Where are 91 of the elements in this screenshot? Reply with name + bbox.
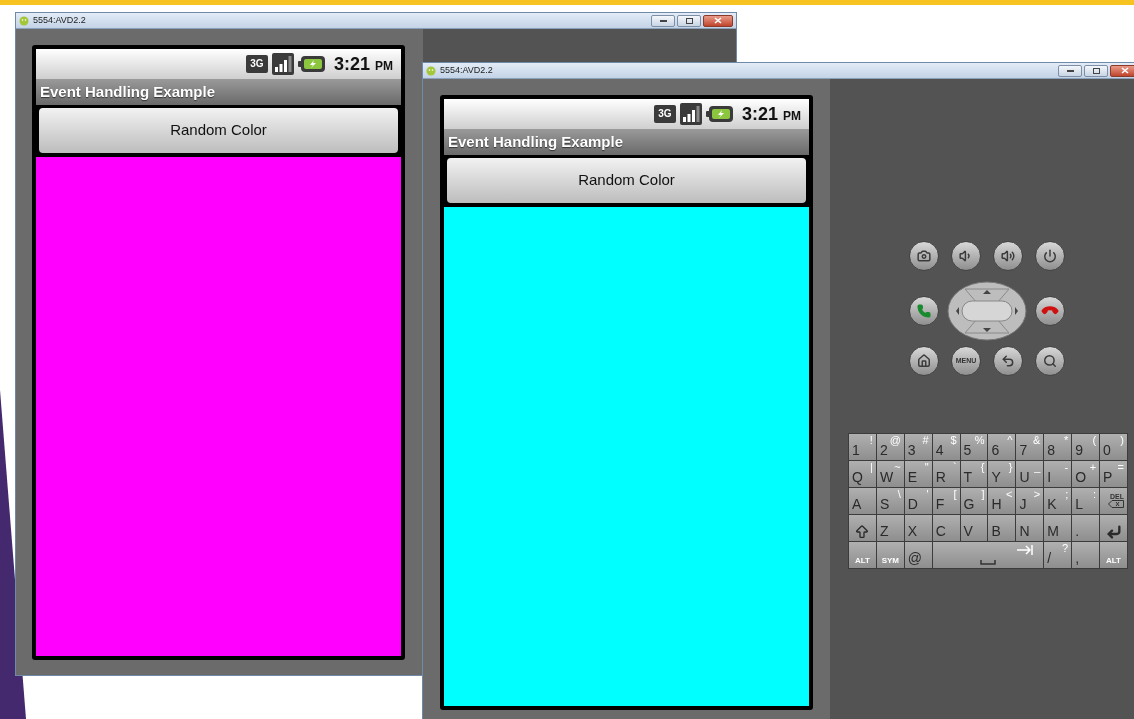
keyboard-key[interactable]: B: [988, 515, 1016, 541]
keyboard-key[interactable]: 1 !: [849, 434, 876, 460]
keyboard-key[interactable]: M: [1044, 515, 1072, 541]
home-button[interactable]: [909, 346, 939, 376]
camera-icon: [917, 249, 931, 263]
enter-key[interactable]: [1100, 515, 1127, 541]
back-icon: [1001, 354, 1015, 368]
end-call-button[interactable]: [1035, 296, 1065, 326]
keyboard-key[interactable]: 9 (: [1072, 434, 1100, 460]
close-button[interactable]: [1110, 64, 1134, 77]
back-button[interactable]: [993, 346, 1023, 376]
speaker-icon: [1001, 249, 1015, 263]
keyboard-key[interactable]: Y }: [988, 461, 1016, 487]
maximize-button[interactable]: [677, 14, 701, 27]
keyboard-key[interactable]: T {: [960, 461, 988, 487]
keyboard-key[interactable]: U _: [1016, 461, 1044, 487]
close-button[interactable]: [703, 14, 733, 27]
keyboard-key[interactable]: C: [932, 515, 960, 541]
search-button[interactable]: [1035, 346, 1065, 376]
power-button[interactable]: [1035, 241, 1065, 271]
battery-icon: [705, 105, 734, 123]
home-icon: [917, 354, 931, 368]
random-color-button[interactable]: Random Color: [39, 108, 398, 153]
window-title: 5554:AVD2.2: [33, 13, 86, 27]
keyboard-key[interactable]: D ': [904, 488, 932, 514]
keyboard-key[interactable]: G ]: [960, 488, 988, 514]
clock-time: 3:21 PM: [741, 102, 801, 126]
app-title: Event Handling Example: [448, 131, 624, 152]
network-badge: 3G: [245, 55, 268, 73]
window-title: 5554:AVD2.2: [440, 63, 493, 77]
keyboard-key[interactable]: E ": [904, 461, 932, 487]
keyboard-key[interactable]: Z: [876, 515, 904, 541]
keyboard-key[interactable]: 8 *: [1044, 434, 1072, 460]
keyboard-key[interactable]: 2 @: [876, 434, 904, 460]
volume-up-button[interactable]: [993, 241, 1023, 271]
keyboard-key[interactable]: 4 $: [932, 434, 960, 460]
keyboard-key[interactable]: @: [904, 542, 932, 568]
battery-icon: [297, 55, 326, 73]
keyboard-key[interactable]: ALT: [1100, 542, 1127, 568]
keyboard-key[interactable]: ALT: [849, 542, 876, 568]
keyboard-key[interactable]: X: [904, 515, 932, 541]
space-bar-icon: [980, 560, 996, 565]
keyboard-key[interactable]: P =: [1100, 461, 1127, 487]
speaker-icon: [959, 249, 973, 263]
keyboard-key[interactable]: / ?: [1044, 542, 1072, 568]
keyboard-key[interactable]: I -: [1044, 461, 1072, 487]
app-title: Event Handling Example: [40, 81, 216, 102]
keyboard-key[interactable]: 5 %: [960, 434, 988, 460]
directional-pad[interactable]: [947, 281, 1027, 341]
keyboard-key[interactable]: SYM: [876, 542, 904, 568]
keyboard-key[interactable]: 6 ^: [988, 434, 1016, 460]
keyboard-key[interactable]: ,: [1072, 542, 1100, 568]
tab-arrow-icon: [1017, 545, 1034, 555]
keyboard-key[interactable]: O +: [1072, 461, 1100, 487]
shift-icon: [854, 524, 871, 540]
keyboard-key[interactable]: 0 ): [1100, 434, 1127, 460]
power-icon: [1043, 249, 1057, 263]
camera-button[interactable]: [909, 241, 939, 271]
minimize-button[interactable]: [651, 14, 675, 27]
close-icon: [714, 17, 722, 24]
keyboard-key[interactable]: 7 &: [1016, 434, 1044, 460]
keyboard-key[interactable]: W ~: [876, 461, 904, 487]
close-icon: [1121, 67, 1129, 74]
minimize-button[interactable]: [1058, 64, 1082, 77]
keyboard-key[interactable]: K ;: [1044, 488, 1072, 514]
keyboard-key[interactable]: .: [1072, 515, 1100, 541]
enter-icon: [1105, 524, 1122, 540]
keyboard-key[interactable]: L :: [1072, 488, 1100, 514]
search-icon: [1043, 354, 1057, 368]
space-key[interactable]: [932, 542, 1044, 568]
signal-icon: [271, 53, 294, 75]
keyboard-key[interactable]: J >: [1016, 488, 1044, 514]
volume-down-button[interactable]: [951, 241, 981, 271]
maximize-button[interactable]: [1084, 64, 1108, 77]
signal-icon: [679, 103, 702, 125]
keyboard-key[interactable]: V: [960, 515, 988, 541]
keyboard-key[interactable]: A: [849, 488, 876, 514]
keyboard-key[interactable]: R `: [932, 461, 960, 487]
keyboard-key[interactable]: S \: [876, 488, 904, 514]
keyboard-key[interactable]: F [: [932, 488, 960, 514]
keyboard-key[interactable]: Q |: [849, 461, 876, 487]
keyboard-key[interactable]: H <: [988, 488, 1016, 514]
network-badge: 3G: [653, 105, 676, 123]
keyboard-key[interactable]: N: [1016, 515, 1044, 541]
random-color-button[interactable]: Random Color: [447, 158, 806, 203]
clock-time: 3:21 PM: [333, 52, 393, 76]
phone-icon: [917, 304, 931, 318]
keyboard-key[interactable]: 3 #: [904, 434, 932, 460]
backspace-icon: [1108, 500, 1124, 508]
shift-key[interactable]: [849, 515, 876, 541]
call-button[interactable]: [909, 296, 939, 326]
